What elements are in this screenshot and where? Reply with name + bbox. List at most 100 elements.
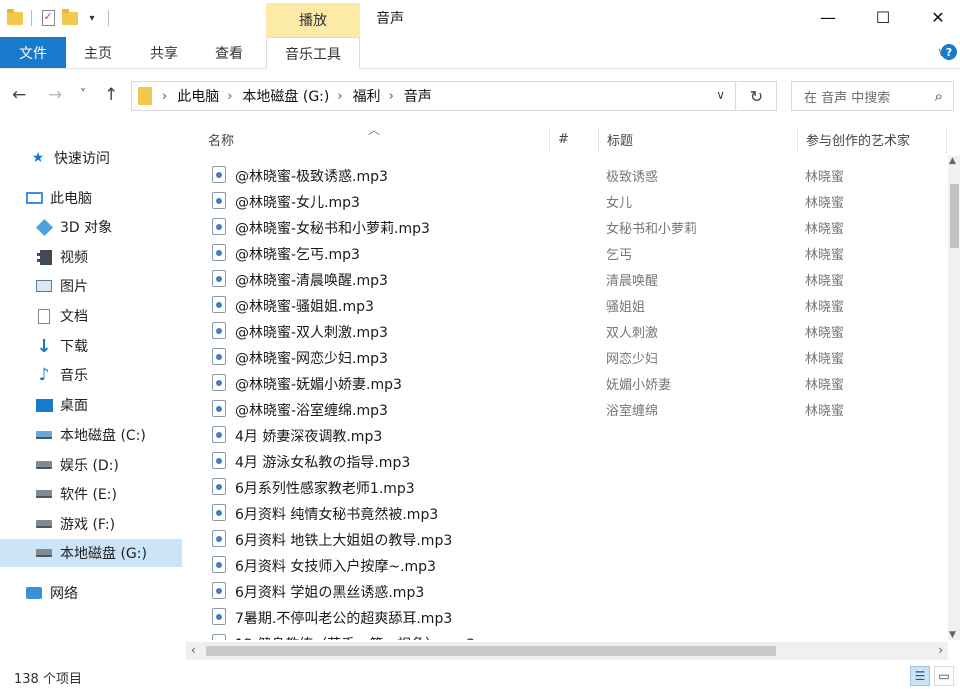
horizontal-scrollbar[interactable]: ‹ ›: [186, 642, 948, 660]
tab-home[interactable]: 主页: [72, 37, 124, 68]
recent-locations-chevron-icon[interactable]: ˅: [80, 87, 86, 101]
file-name: 6月资料 地铁上大姐姐の教导.mp3: [235, 533, 453, 549]
tab-file[interactable]: 文件: [0, 37, 66, 68]
file-title: 女儿: [606, 196, 633, 211]
audio-file-icon: [212, 218, 226, 235]
breadcrumb-separator[interactable]: ›: [337, 89, 342, 104]
address-bar[interactable]: › 此电脑 › 本地磁盘 (G:) › 福利 › 音声 ∨: [131, 81, 736, 111]
file-name: @林晓蜜-浴室缠绵.mp3: [235, 403, 388, 419]
table-row[interactable]: @林晓蜜-乞丐.mp3 乞丐 林晓蜜: [200, 240, 948, 266]
customize-toolbar-chevron-icon[interactable]: ▾: [83, 9, 101, 27]
forward-arrow-icon[interactable]: →: [48, 85, 62, 105]
vertical-scrollbar[interactable]: ▲ ▼: [948, 156, 960, 640]
file-name: @林晓蜜-双人刺激.mp3: [235, 325, 388, 341]
nav-item-this-pc[interactable]: 此电脑: [0, 184, 182, 212]
breadcrumb-drive-g[interactable]: 本地磁盘 (G:): [242, 86, 329, 106]
scroll-right-arrow-icon[interactable]: ›: [938, 643, 943, 657]
tab-music-tools[interactable]: 音乐工具: [266, 37, 360, 69]
table-row[interactable]: 6月资料 纯情女秘书竟然被.mp3: [200, 500, 948, 526]
table-row[interactable]: @林晓蜜-清晨唤醒.mp3 清晨唤醒 林晓蜜: [200, 266, 948, 292]
table-row[interactable]: @林晓蜜-女秘书和小萝莉.mp3 女秘书和小萝莉 林晓蜜: [200, 214, 948, 240]
file-artist: 林晓蜜: [805, 196, 845, 211]
breadcrumb-separator[interactable]: ›: [389, 89, 394, 104]
table-row[interactable]: 6月资料 地铁上大姐姐の教导.mp3: [200, 526, 948, 552]
table-row[interactable]: 4月 游泳女私教の指导.mp3: [200, 448, 948, 474]
computer-icon: [24, 188, 44, 208]
drive-icon: [34, 543, 54, 563]
horizontal-scroll-thumb[interactable]: [206, 646, 776, 656]
large-icons-view-button[interactable]: ▭: [934, 666, 954, 686]
nav-item-pictures[interactable]: 图片: [0, 272, 182, 300]
table-row[interactable]: 6月资料 女技师入户按摩~.mp3: [200, 552, 948, 578]
file-artist: 林晓蜜: [805, 378, 845, 393]
nav-item-drive-d[interactable]: 娱乐 (D:): [0, 451, 182, 479]
breadcrumb-this-pc[interactable]: 此电脑: [177, 86, 219, 106]
audio-file-icon: [212, 608, 226, 625]
scroll-up-arrow-icon[interactable]: ▲: [949, 156, 956, 166]
table-row[interactable]: 6月资料 学姐の黑丝诱惑.mp3: [200, 578, 948, 604]
table-row[interactable]: @林晓蜜-女儿.mp3 女儿 林晓蜜: [200, 188, 948, 214]
vertical-scroll-thumb[interactable]: [950, 184, 959, 248]
maximize-button[interactable]: ☐: [860, 0, 906, 34]
table-row[interactable]: @林晓蜜-网恋少妇.mp3 网恋少妇 林晓蜜: [200, 344, 948, 370]
audio-file-icon: [212, 504, 226, 521]
close-button[interactable]: ✕: [915, 0, 960, 34]
nav-item-drive-c[interactable]: 本地磁盘 (C:): [0, 421, 182, 449]
table-row[interactable]: @林晓蜜-双人刺激.mp3 双人刺激 林晓蜜: [200, 318, 948, 344]
audio-file-icon: [212, 634, 226, 640]
breadcrumb-separator[interactable]: ›: [162, 89, 167, 104]
address-history-chevron-icon[interactable]: ∨: [716, 88, 725, 102]
file-title: 清晨唤醒: [606, 274, 659, 289]
table-row[interactable]: 12 健身教练（英舌，第一视角）.mp3: [200, 630, 948, 640]
file-title: 网恋少妇: [606, 352, 659, 367]
column-header-name[interactable]: 名称: [200, 123, 549, 155]
music-icon: ♪: [38, 365, 50, 385]
nav-item-videos[interactable]: 视频: [0, 243, 182, 271]
nav-item-desktop[interactable]: 桌面: [0, 391, 182, 419]
scroll-left-arrow-icon[interactable]: ‹: [191, 643, 196, 657]
column-header-artist[interactable]: 参与创作的艺术家: [798, 123, 946, 155]
file-artist: 林晓蜜: [805, 248, 845, 263]
table-row[interactable]: 6月系列性感家教老师1.mp3: [200, 474, 948, 500]
nav-item-drive-e[interactable]: 软件 (E:): [0, 480, 182, 508]
nav-item-3d-objects[interactable]: 3D 对象: [0, 213, 182, 241]
file-title: 乞丐: [606, 248, 633, 263]
table-row[interactable]: 7暑期.不停叫老公的超爽舔耳.mp3: [200, 604, 948, 630]
file-name: 6月资料 学姐の黑丝诱惑.mp3: [235, 585, 425, 601]
column-headers: ︿ 名称 # 标题 参与创作的艺术家: [200, 123, 948, 155]
details-view-button[interactable]: ☰: [910, 666, 930, 686]
nav-item-documents[interactable]: 文档: [0, 302, 182, 330]
nav-item-drive-g[interactable]: 本地磁盘 (G:): [0, 539, 182, 567]
audio-file-icon: [212, 452, 226, 469]
help-icon[interactable]: ?: [941, 44, 957, 60]
tab-share[interactable]: 共享: [138, 37, 190, 68]
nav-item-label: 图片: [60, 279, 88, 295]
up-arrow-icon[interactable]: ↑: [104, 85, 118, 105]
nav-item-label: 娱乐 (D:): [60, 458, 119, 474]
refresh-button[interactable]: ↻: [737, 81, 777, 111]
column-header-track[interactable]: #: [550, 123, 598, 155]
nav-item-network[interactable]: 网络: [0, 579, 182, 607]
table-row[interactable]: 4月 娇妻深夜调教.mp3: [200, 422, 948, 448]
breadcrumb-separator[interactable]: ›: [227, 89, 232, 104]
properties-icon[interactable]: [39, 9, 57, 27]
column-header-title[interactable]: 标题: [599, 123, 797, 155]
scroll-down-arrow-icon[interactable]: ▼: [949, 630, 956, 640]
nav-item-quick-access[interactable]: ★ 快速访问: [0, 144, 182, 172]
nav-item-music[interactable]: ♪ 音乐: [0, 361, 182, 389]
table-row[interactable]: @林晓蜜-骚姐姐.mp3 骚姐姐 林晓蜜: [200, 292, 948, 318]
new-folder-icon[interactable]: [61, 8, 79, 27]
table-row[interactable]: @林晓蜜-极致诱惑.mp3 极致诱惑 林晓蜜: [200, 162, 948, 188]
minimize-button[interactable]: —: [805, 0, 851, 34]
nav-item-downloads[interactable]: ↓ 下载: [0, 332, 182, 360]
table-row[interactable]: @林晓蜜-妩媚小娇妻.mp3 妩媚小娇妻 林晓蜜: [200, 370, 948, 396]
breadcrumb-current-folder[interactable]: 音声: [404, 86, 432, 106]
search-input[interactable]: 在 音声 中搜索 ⌕: [791, 81, 954, 111]
table-row[interactable]: @林晓蜜-浴室缠绵.mp3 浴室缠绵 林晓蜜: [200, 396, 948, 422]
tab-view[interactable]: 查看: [203, 37, 255, 68]
breadcrumb-fuli[interactable]: 福利: [353, 86, 381, 106]
file-artist: 林晓蜜: [805, 326, 845, 341]
title-bar: ▾ 播放 音声 — ☐ ✕: [0, 0, 960, 37]
back-arrow-icon[interactable]: ←: [12, 85, 26, 105]
nav-item-drive-f[interactable]: 游戏 (F:): [0, 510, 182, 538]
